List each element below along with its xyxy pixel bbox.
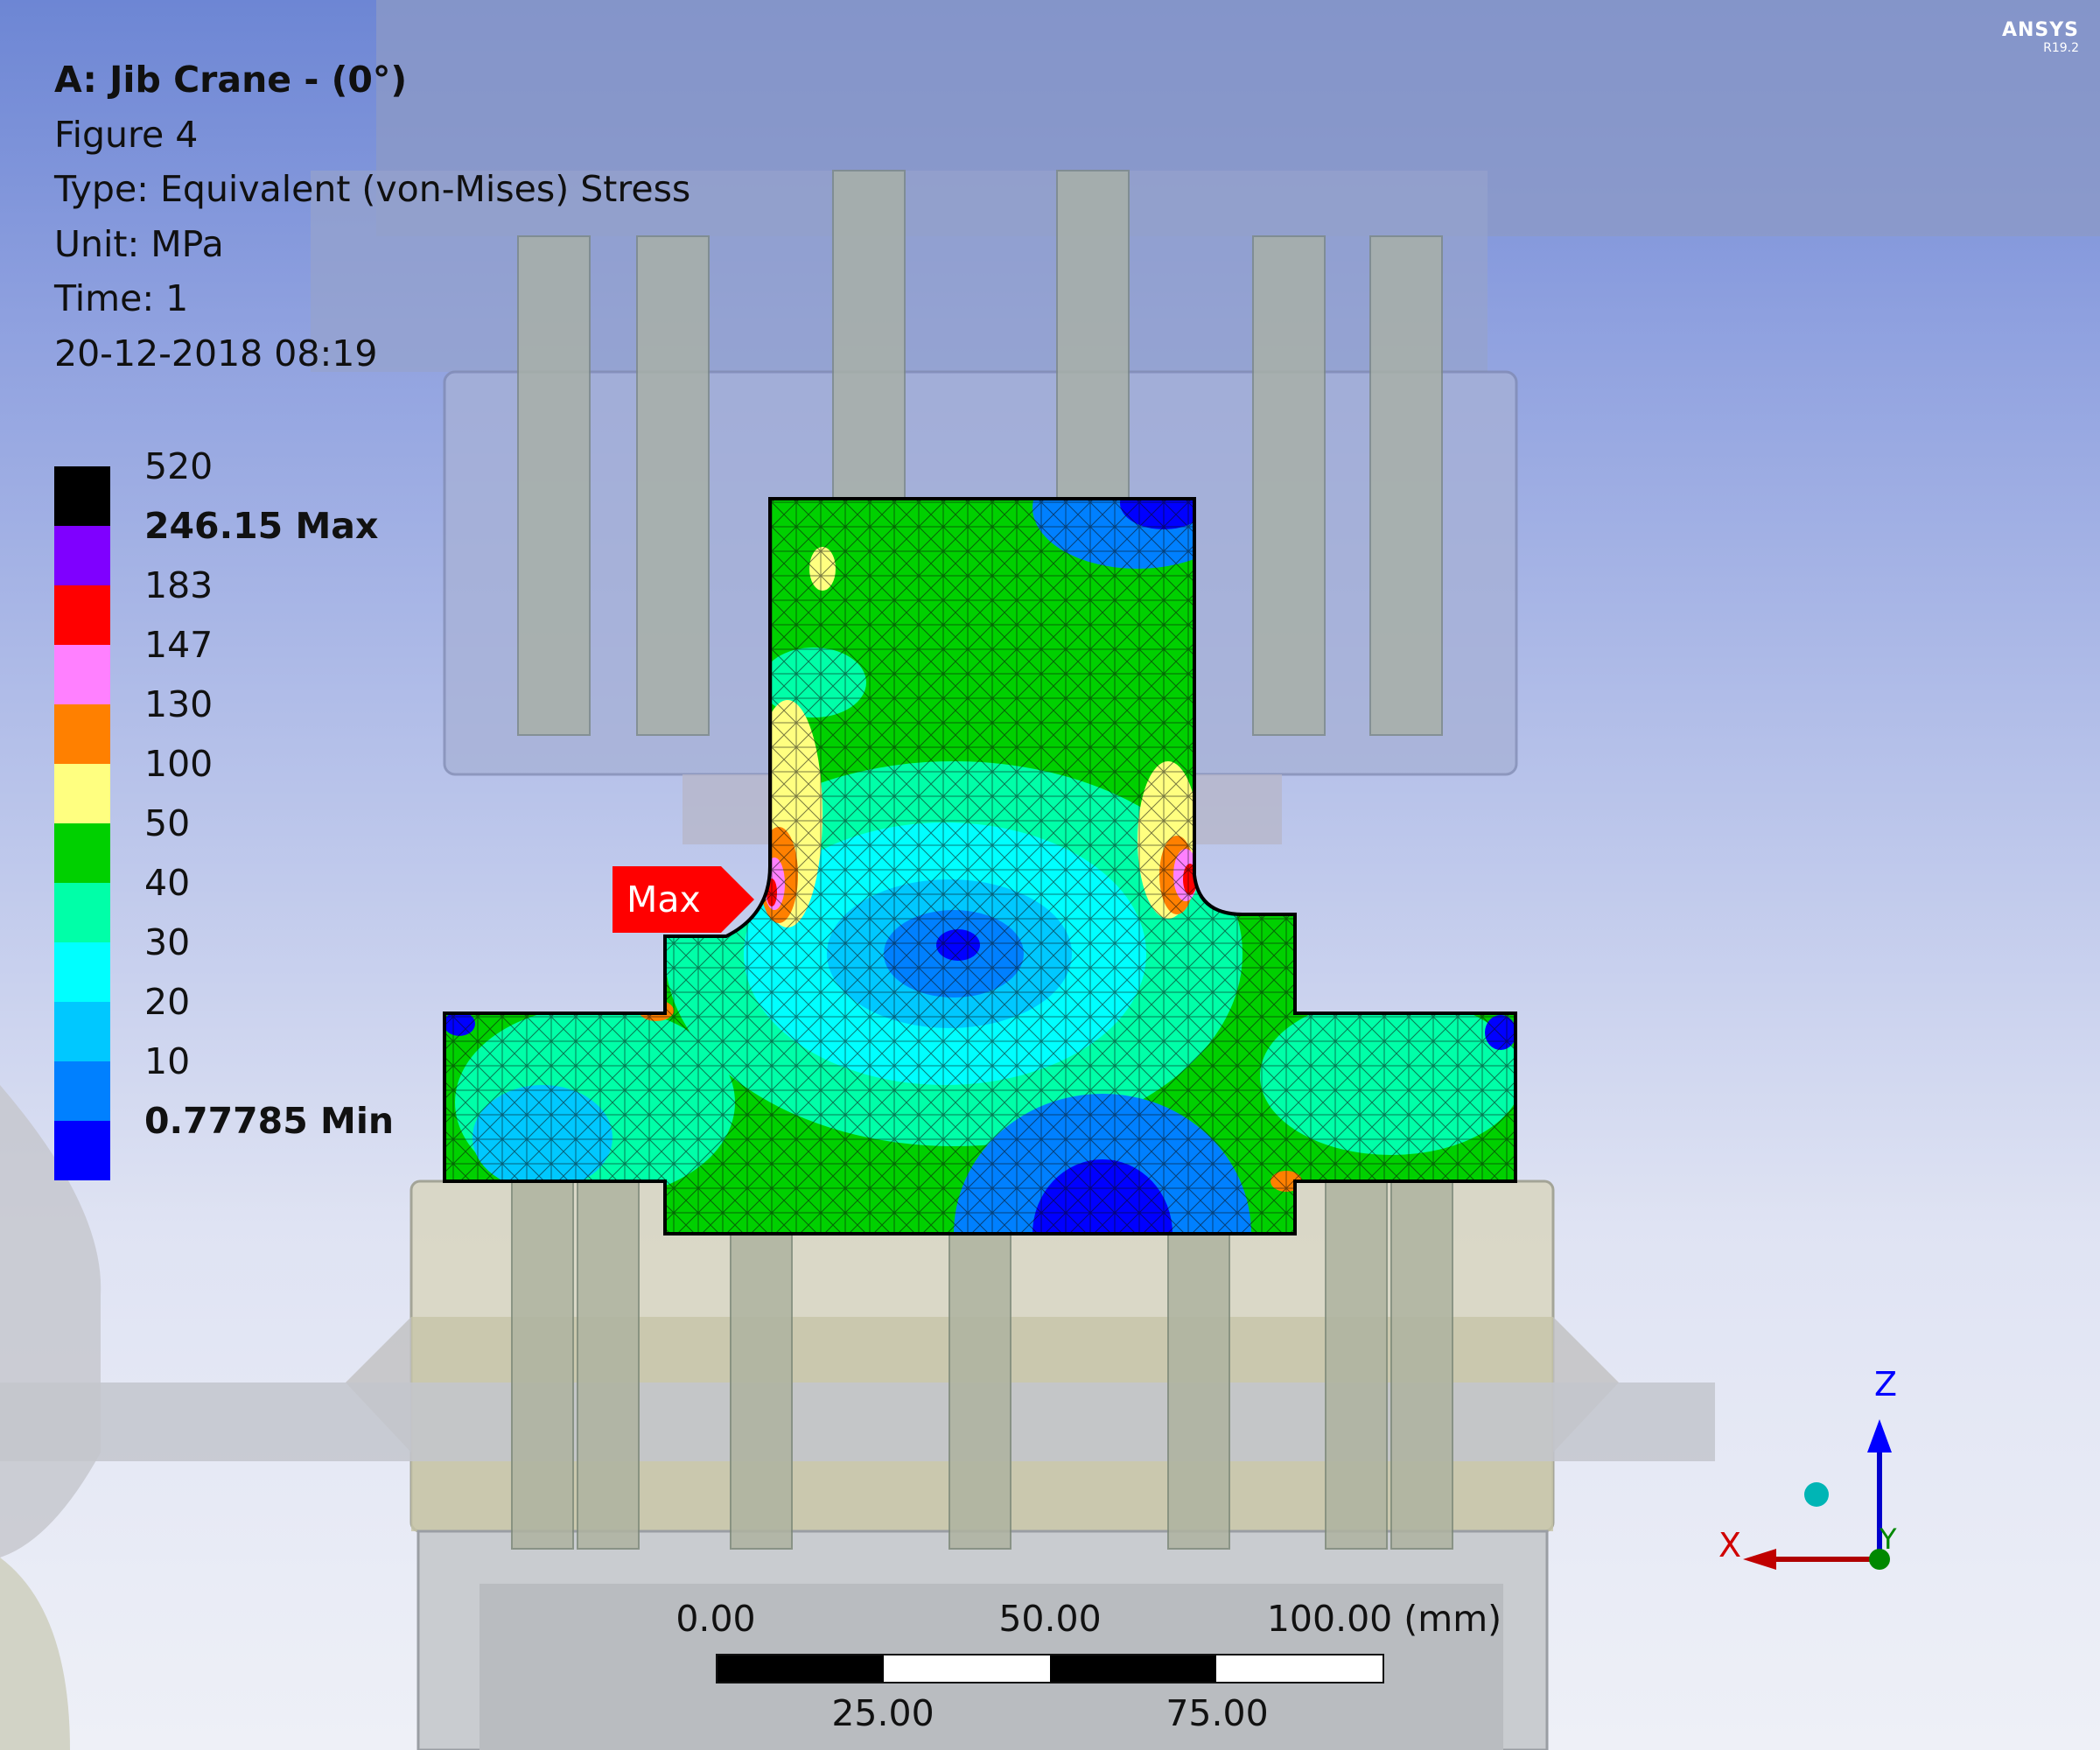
legend-value-label: 100 xyxy=(144,743,214,785)
legend-color-band xyxy=(54,1061,110,1121)
legend-value-label: 147 xyxy=(144,624,214,666)
max-probe-tag[interactable]: Max xyxy=(612,866,754,933)
legend-color-bar xyxy=(54,466,110,1180)
legend-color-band xyxy=(54,704,110,764)
analysis-title: A: Jib Crane - (0°) xyxy=(54,59,408,101)
ansys-logo: ANSYS R19.2 xyxy=(2002,19,2079,55)
legend-value-label: 246.15 Max xyxy=(144,505,379,547)
figure-label: Figure 4 xyxy=(54,113,199,156)
coordinate-triad[interactable]: Z X Y xyxy=(1706,1365,1908,1592)
triad-z-label: Z xyxy=(1874,1365,1898,1404)
scale-bar xyxy=(716,1654,1384,1684)
result-datetime: 20-12-2018 08:19 xyxy=(54,332,378,374)
ansys-logo-name: ANSYS xyxy=(2001,19,2079,41)
legend-value-label: 40 xyxy=(144,862,191,904)
ansys-logo-version: R19.2 xyxy=(2043,41,2079,55)
result-type: Type: Equivalent (von-Mises) Stress xyxy=(54,168,691,210)
horizontal-rail xyxy=(0,1382,1715,1461)
legend-color-band xyxy=(54,942,110,1002)
result-unit: Unit: MPa xyxy=(54,222,224,265)
legend-value-label: 0.77785 Min xyxy=(144,1100,395,1142)
legend-color-band xyxy=(54,526,110,585)
legend-color-band xyxy=(54,823,110,883)
legend-value-label: 20 xyxy=(144,981,191,1023)
scale-label-75: 75.00 xyxy=(1166,1692,1269,1734)
triad-x-label: X xyxy=(1718,1526,1742,1564)
scale-segment xyxy=(1216,1656,1382,1682)
legend-value-label: 30 xyxy=(144,921,191,963)
legend-color-band xyxy=(54,1121,110,1180)
left-body-lower xyxy=(0,1558,70,1750)
legend-value-label: 10 xyxy=(144,1040,191,1082)
legend-value-label: 183 xyxy=(144,564,214,606)
scale-label-50: 50.00 xyxy=(998,1598,1102,1640)
result-time: Time: 1 xyxy=(54,277,189,319)
graphics-viewport[interactable]: A: Jib Crane - (0°) Figure 4 Type: Equiv… xyxy=(0,0,2100,1750)
legend-color-band xyxy=(54,466,110,526)
scale-label-0: 0.00 xyxy=(676,1598,756,1640)
scale-segment xyxy=(884,1656,1050,1682)
legend-value-label: 130 xyxy=(144,683,214,725)
scale-segment xyxy=(718,1656,884,1682)
legend-color-band xyxy=(54,764,110,823)
legend-color-band xyxy=(54,585,110,645)
scale-label-100: 100.00 (mm) xyxy=(1266,1598,1502,1640)
legend-color-band xyxy=(54,1002,110,1061)
legend-value-label: 520 xyxy=(144,445,214,487)
max-probe-label: Max xyxy=(612,866,754,933)
result-header: A: Jib Crane - (0°) Figure 4 Type: Equiv… xyxy=(54,52,690,381)
legend-value-label: 50 xyxy=(144,802,191,844)
scale-label-25: 25.00 xyxy=(831,1692,934,1734)
scale-segment xyxy=(1050,1656,1216,1682)
legend-color-band xyxy=(54,883,110,942)
legend-color-band xyxy=(54,645,110,704)
triad-y-label: Y xyxy=(1880,1522,1897,1556)
